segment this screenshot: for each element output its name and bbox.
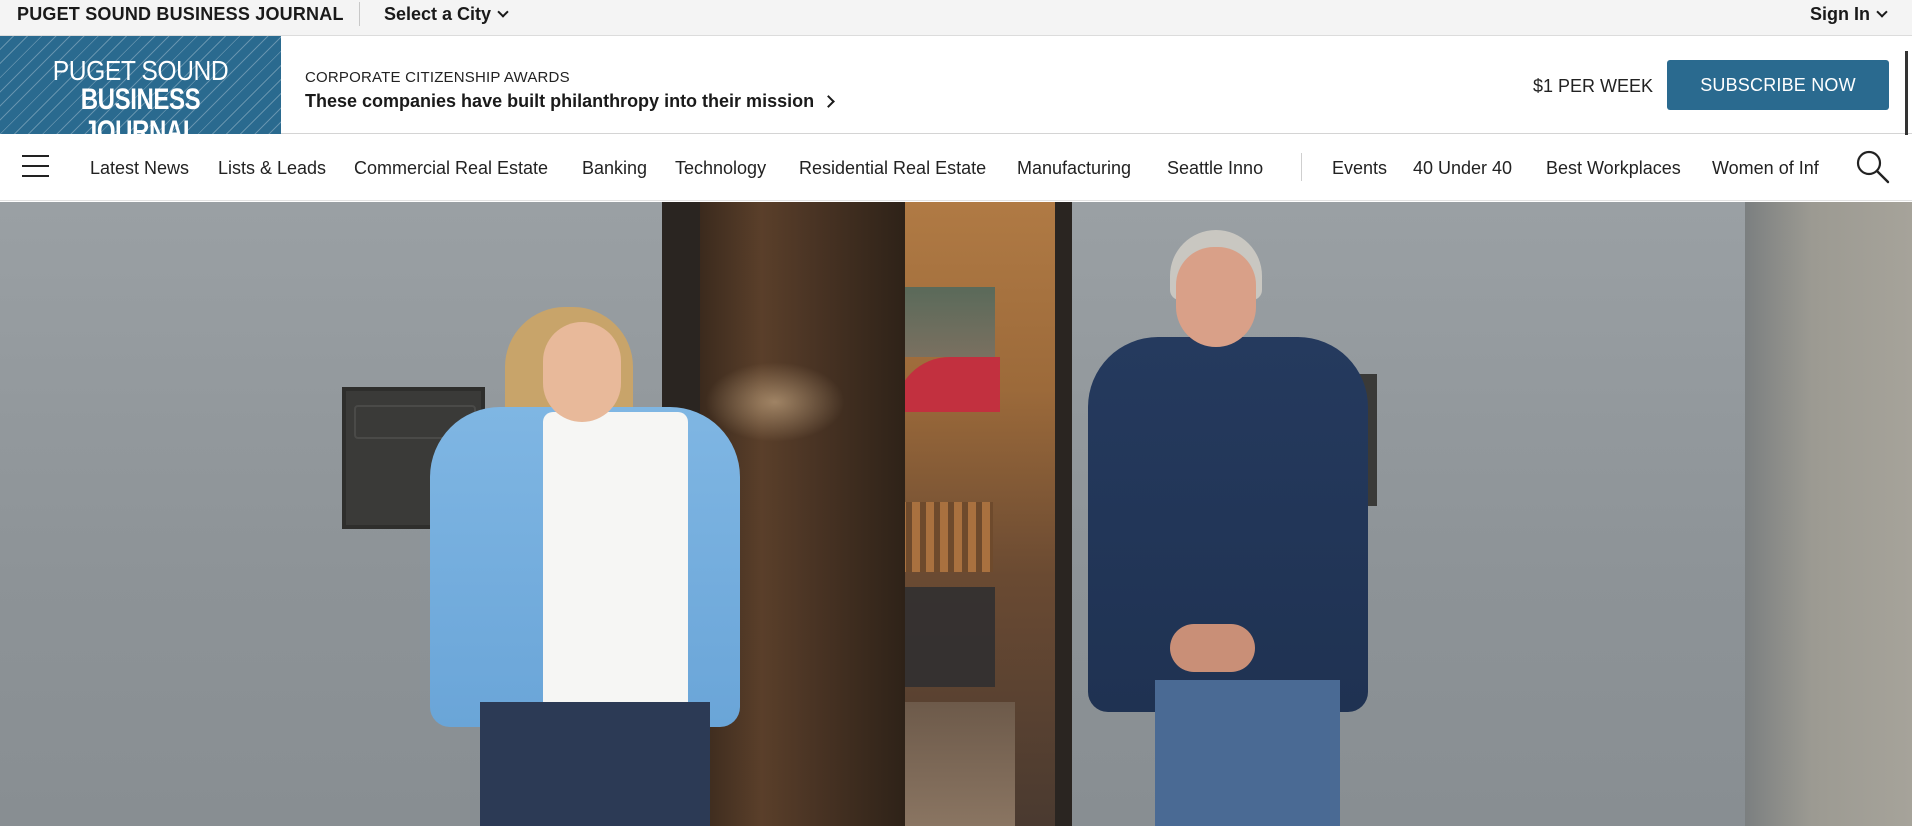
nav-item-residential-real-estate[interactable]: Residential Real Estate xyxy=(799,157,986,179)
masthead: PUGET SOUND BUSINESS JOURNAL CORPORATE C… xyxy=(0,36,1912,148)
site-name[interactable]: PUGET SOUND BUSINESS JOURNAL xyxy=(17,3,344,25)
city-select[interactable]: Select a City xyxy=(384,3,509,25)
logo-line-1: PUGET SOUND xyxy=(52,55,229,86)
patio-table xyxy=(900,587,995,687)
nav-item-seattle-inno[interactable]: Seattle Inno xyxy=(1167,157,1263,179)
deck-railing xyxy=(898,502,993,572)
nav-item-technology[interactable]: Technology xyxy=(675,157,766,179)
search-icon[interactable] xyxy=(1855,149,1891,185)
main-nav: Latest News Lists & Leads Commercial Rea… xyxy=(0,135,1912,201)
hero-photo[interactable] xyxy=(0,202,1912,826)
chevron-down-icon xyxy=(497,5,509,18)
nav-item-latest-news[interactable]: Latest News xyxy=(90,157,189,179)
promo-headline-link[interactable]: These companies have built philanthropy … xyxy=(305,91,835,112)
subscription-price: $1 PER WEEK xyxy=(1533,76,1654,96)
utility-bar: PUGET SOUND BUSINESS JOURNAL Select a Ci… xyxy=(0,0,1912,36)
nav-item-lists-leads[interactable]: Lists & Leads xyxy=(218,157,326,179)
chevron-down-icon xyxy=(1876,5,1888,18)
nav-item-manufacturing[interactable]: Manufacturing xyxy=(1017,157,1131,179)
divider xyxy=(359,2,360,26)
sign-in-label: Sign In xyxy=(1810,4,1870,24)
nav-divider xyxy=(1301,153,1302,181)
nav-item-banking[interactable]: Banking xyxy=(582,157,647,179)
promo-kicker: CORPORATE CITIZENSHIP AWARDS xyxy=(305,69,570,86)
city-select-label: Select a City xyxy=(384,4,492,24)
nav-item-best-workplaces[interactable]: Best Workplaces xyxy=(1546,157,1681,179)
nav-item-40-under-40[interactable]: 40 Under 40 xyxy=(1413,157,1512,179)
site-logo[interactable]: PUGET SOUND BUSINESS JOURNAL xyxy=(0,36,281,148)
subscribe-button[interactable]: SUBSCRIBE NOW xyxy=(1667,60,1889,110)
nav-item-events[interactable]: Events xyxy=(1332,157,1387,179)
promo-headline-text: These companies have built philanthropy … xyxy=(305,91,815,111)
chevron-right-icon xyxy=(822,95,835,108)
scrollbar[interactable] xyxy=(1905,51,1908,137)
sign-in-menu[interactable]: Sign In xyxy=(1810,3,1888,25)
hamburger-menu-icon[interactable] xyxy=(22,155,49,177)
nav-item-commercial-real-estate[interactable]: Commercial Real Estate xyxy=(354,157,548,179)
nav-item-women-of-influence[interactable]: Women of Inf xyxy=(1712,157,1819,179)
